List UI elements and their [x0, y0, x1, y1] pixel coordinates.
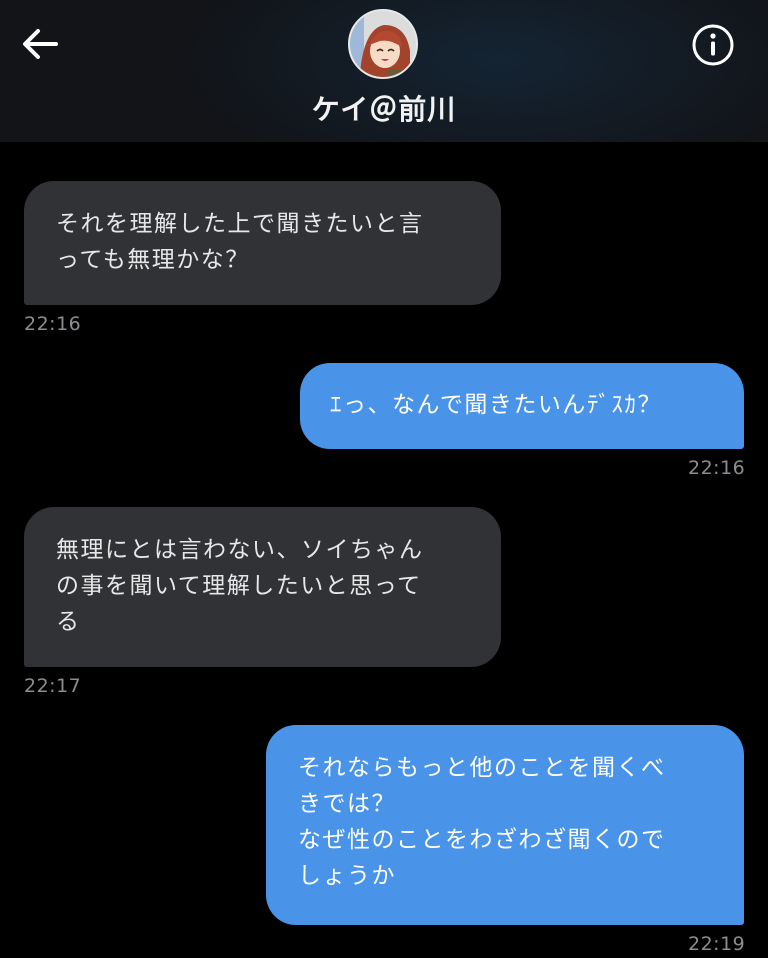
- message-bubble-outgoing[interactable]: それならもっと他のことを聞くべ きでは？ なぜ性のことをわざわざ聞くので しょう…: [266, 725, 744, 925]
- message-timestamp: 22:17: [24, 675, 82, 697]
- message-bubble-incoming[interactable]: それを理解した上で聞きたいと言 っても無理かな？: [24, 181, 501, 305]
- chat-header: ケイ＠前川: [0, 0, 768, 142]
- contact-name: ケイ＠前川: [311, 93, 457, 126]
- message-bubble-outgoing[interactable]: ｴっ、なんで聞きたいんﾃﾞｽｶ？: [300, 363, 744, 449]
- message-timestamp: 22:16: [24, 313, 82, 335]
- message-timestamp: 22:19: [688, 933, 746, 955]
- avatar-illustration: [350, 11, 416, 77]
- message-bubble-incoming[interactable]: 無理にとは言わない、ソイちゃん の事を聞いて理解したいと思って る: [24, 507, 501, 667]
- info-circle-icon: [692, 24, 734, 66]
- back-button[interactable]: [18, 24, 62, 64]
- arrow-left-icon: [23, 29, 58, 59]
- avatar[interactable]: [348, 9, 418, 79]
- message-timestamp: 22:16: [688, 457, 746, 479]
- info-button[interactable]: [690, 22, 736, 68]
